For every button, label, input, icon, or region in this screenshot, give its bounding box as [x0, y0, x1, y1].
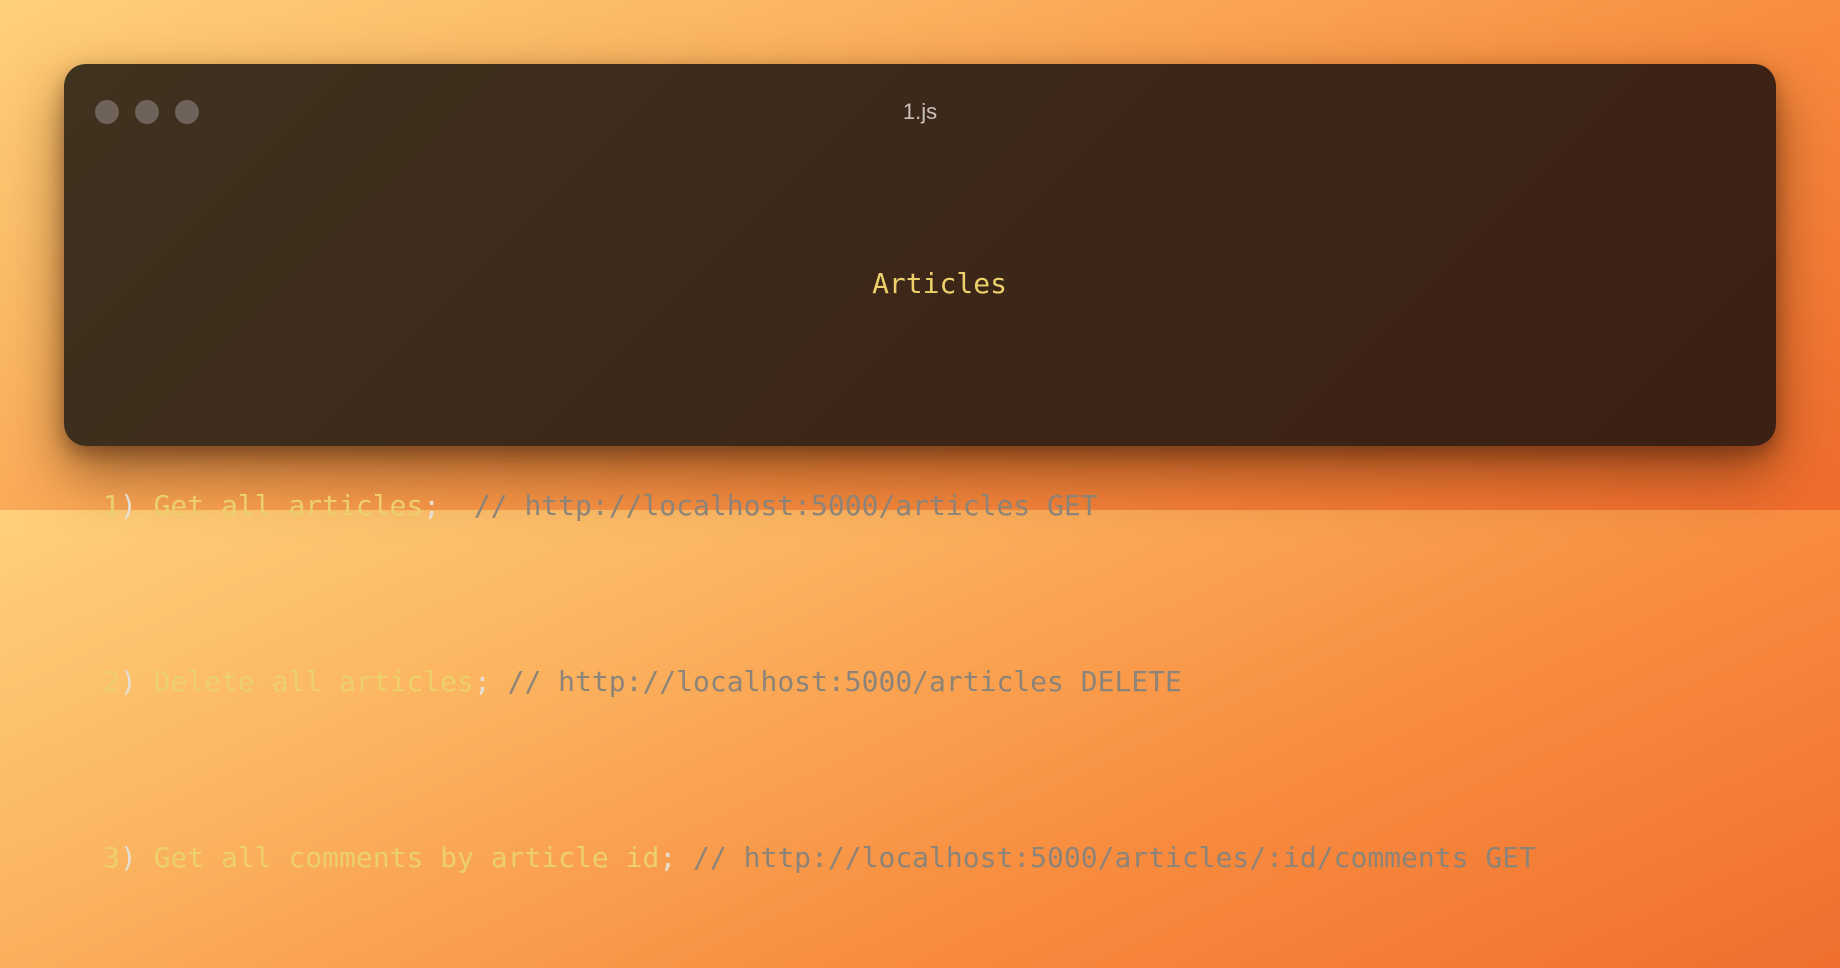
- code-line-3: 3) Get all comments by article id; // ht…: [103, 836, 1746, 880]
- line-semicolon: ;: [659, 841, 677, 874]
- line-statement: Delete all articles: [153, 665, 474, 698]
- code-editor: Articles 1) Get all articles; // http://…: [103, 174, 1746, 968]
- line-statement: Get all comments by article id: [153, 841, 660, 874]
- line-paren: ): [119, 665, 137, 698]
- line-semicolon: ;: [473, 665, 491, 698]
- line-paren: ): [119, 841, 137, 874]
- line-semicolon: ;: [423, 489, 441, 522]
- line-spacer: [676, 841, 693, 874]
- line-comment: // http://localhost:5000/articles GET: [473, 489, 1098, 522]
- line-statement: Get all articles: [153, 489, 424, 522]
- code-heading: Articles: [872, 267, 1007, 300]
- line-number: 2: [103, 665, 120, 698]
- line-spacer: [491, 665, 508, 698]
- code-line-2: 2) Delete all articles; // http://localh…: [103, 660, 1746, 704]
- line-comment: // http://localhost:5000/articles DELETE: [507, 665, 1182, 698]
- line-number: 3: [103, 841, 120, 874]
- line-comment: // http://localhost:5000/articles/:id/co…: [693, 841, 1536, 874]
- window-filename: 1.js: [902, 99, 938, 124]
- code-line-1: 1) Get all articles; // http://localhost…: [103, 484, 1746, 528]
- window-titlebar: 1.js: [64, 64, 1776, 160]
- line-paren: ): [119, 489, 137, 522]
- line-spacer: [440, 489, 474, 522]
- code-window: 1.js Articles 1) Get all articles; // ht…: [64, 64, 1776, 874]
- line-number: 1: [103, 489, 120, 522]
